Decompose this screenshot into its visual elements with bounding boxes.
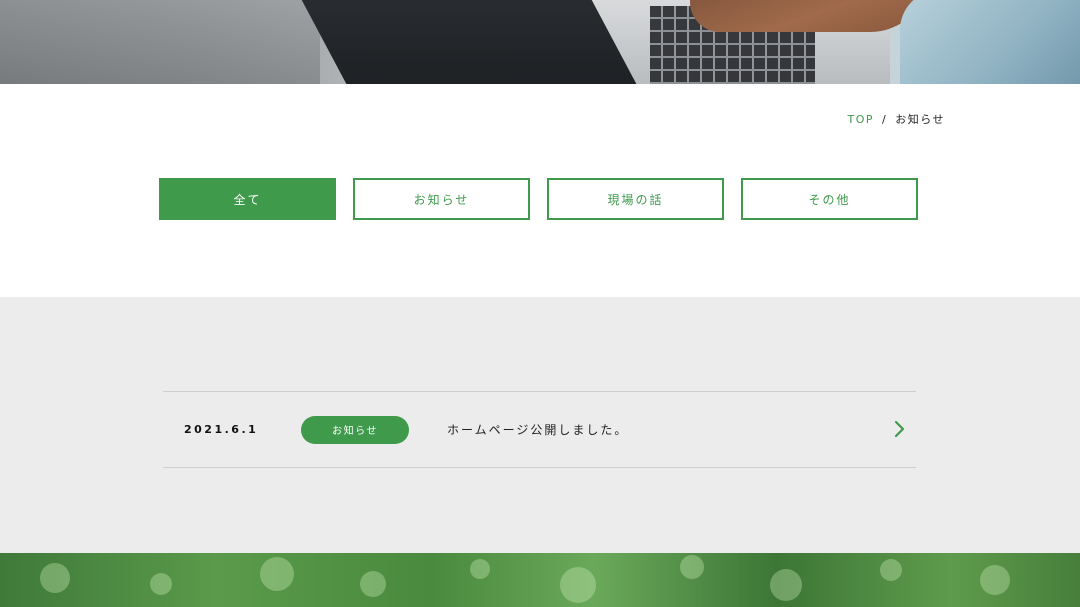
category-badge: お知らせ (301, 415, 409, 444)
tab-other[interactable]: その他 (741, 178, 918, 220)
tab-field-stories[interactable]: 現場の話 (547, 178, 724, 220)
category-tabs: 全て お知らせ 現場の話 その他 (159, 178, 918, 220)
breadcrumb-current: お知らせ (895, 113, 945, 126)
tab-news[interactable]: お知らせ (353, 178, 530, 220)
news-list: 2021.6.1 お知らせ ホームページ公開しました。 (163, 391, 916, 468)
breadcrumb-top-link[interactable]: TOP (847, 113, 874, 126)
news-section: 2021.6.1 お知らせ ホームページ公開しました。 (0, 297, 1080, 553)
news-date: 2021.6.1 (184, 423, 259, 436)
tab-all[interactable]: 全て (159, 178, 336, 220)
breadcrumb-separator: / (882, 112, 888, 126)
chevron-right-icon[interactable] (890, 420, 908, 438)
footer-image (0, 553, 1080, 607)
list-item[interactable]: 2021.6.1 お知らせ ホームページ公開しました。 (163, 392, 916, 467)
hero-image (0, 0, 1080, 84)
breadcrumb: TOP / お知らせ (847, 111, 945, 127)
news-title[interactable]: ホームページ公開しました。 (447, 421, 628, 438)
